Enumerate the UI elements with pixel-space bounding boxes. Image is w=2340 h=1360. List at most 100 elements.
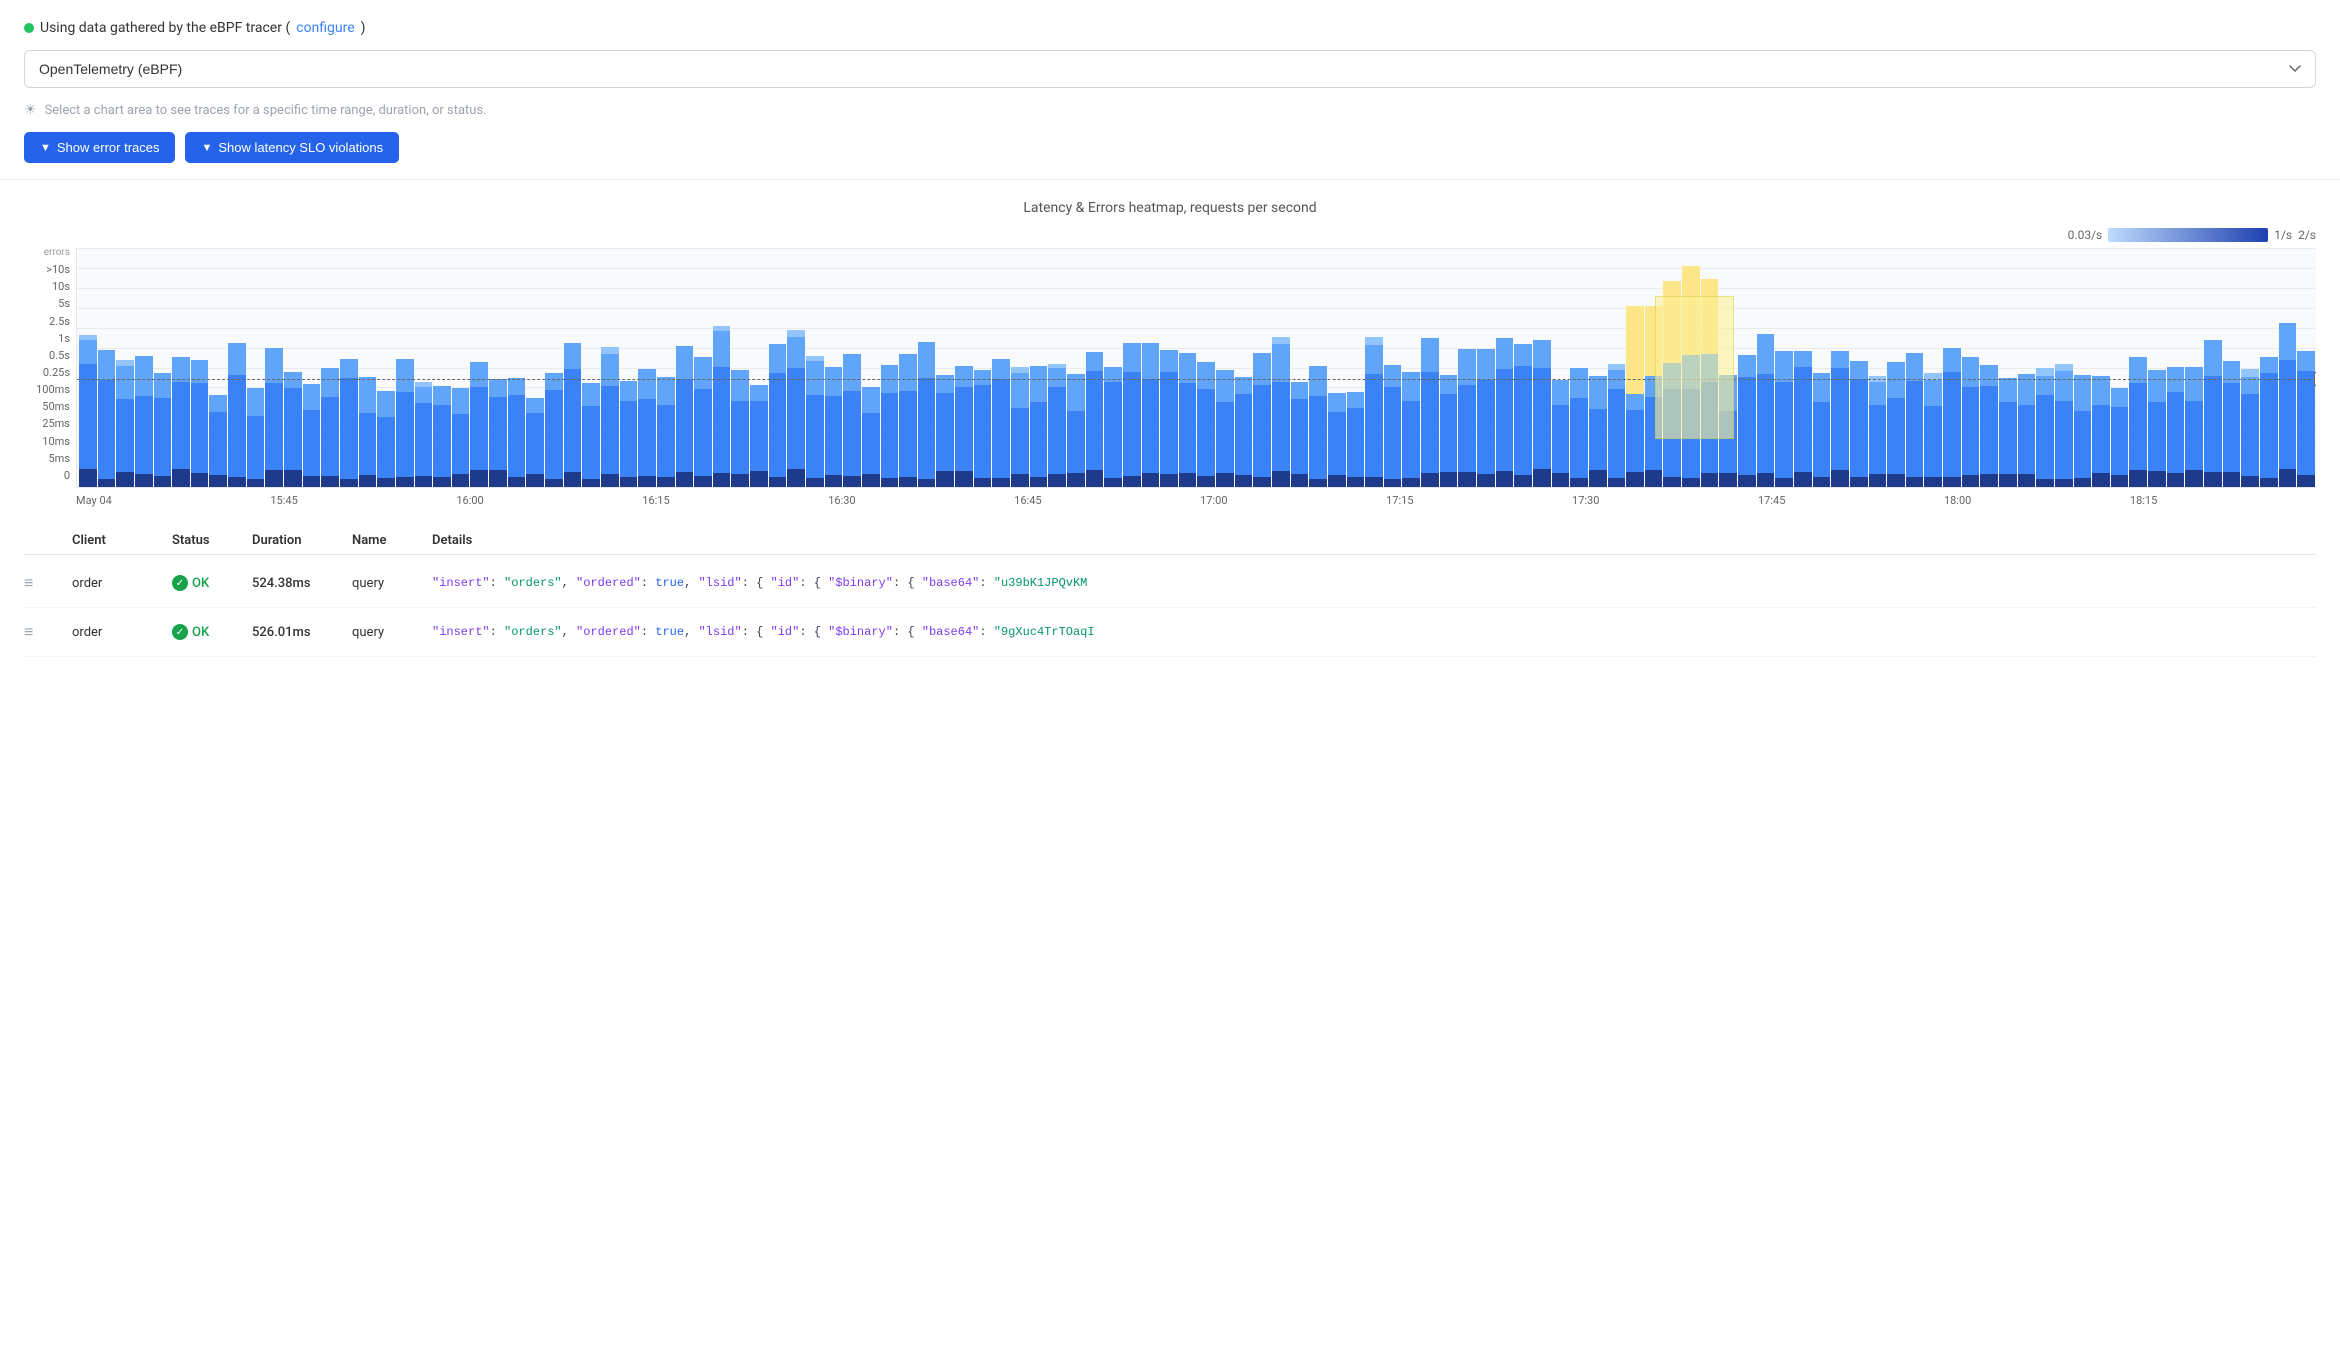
bar-col[interactable]	[545, 248, 563, 487]
bar-col[interactable]	[396, 248, 414, 487]
bar-col[interactable]	[2204, 248, 2222, 487]
bar-col[interactable]	[1570, 248, 1588, 487]
bar-col[interactable]	[1496, 248, 1514, 487]
bar-col[interactable]	[1104, 248, 1122, 487]
bar-col[interactable]	[1011, 248, 1029, 487]
bar-col[interactable]	[1719, 248, 1737, 487]
bar-col[interactable]	[713, 248, 731, 487]
bar-col[interactable]	[1402, 248, 1420, 487]
bar-col[interactable]	[1813, 248, 1831, 487]
bar-col[interactable]	[620, 248, 638, 487]
bar-col[interactable]	[2092, 248, 2110, 487]
bar-col[interactable]	[1086, 248, 1104, 487]
bar-col[interactable]	[2223, 248, 2241, 487]
bar-col[interactable]	[1552, 248, 1570, 487]
bar-col[interactable]	[1645, 248, 1663, 487]
bar-col[interactable]	[2111, 248, 2129, 487]
bar-col[interactable]	[1943, 248, 1961, 487]
bar-col[interactable]	[489, 248, 507, 487]
bar-col[interactable]	[508, 248, 526, 487]
bar-col[interactable]	[843, 248, 861, 487]
bar-col[interactable]	[1980, 248, 1998, 487]
bar-col[interactable]	[135, 248, 153, 487]
bar-col[interactable]	[2055, 248, 2073, 487]
bar-col[interactable]	[974, 248, 992, 487]
bar-col[interactable]	[955, 248, 973, 487]
bar-col[interactable]	[1589, 248, 1607, 487]
chart-area[interactable]: ◇ May 04 15:45 16:00 16:15 16:30 16:45 1…	[76, 248, 2316, 507]
bar-col[interactable]	[228, 248, 246, 487]
table-row[interactable]: ≡ order ✓ OK 524.38ms query "insert": "o…	[24, 559, 2316, 608]
bar-col[interactable]	[1030, 248, 1048, 487]
bar-col[interactable]	[582, 248, 600, 487]
bar-col[interactable]	[415, 248, 433, 487]
bar-col[interactable]	[1048, 248, 1066, 487]
bar-col[interactable]	[1458, 248, 1476, 487]
bar-col[interactable]	[2297, 248, 2315, 487]
row-expand-icon-2[interactable]: ≡	[24, 622, 72, 642]
bar-col[interactable]	[825, 248, 843, 487]
bar-col[interactable]	[1160, 248, 1178, 487]
bar-col[interactable]	[209, 248, 227, 487]
bar-col[interactable]	[359, 248, 377, 487]
bar-col[interactable]	[1999, 248, 2017, 487]
bar-col[interactable]	[1309, 248, 1327, 487]
bar-col[interactable]	[2260, 248, 2278, 487]
bar-col[interactable]	[1235, 248, 1253, 487]
bar-col[interactable]	[1514, 248, 1532, 487]
bar-col[interactable]	[1477, 248, 1495, 487]
bar-col[interactable]	[2148, 248, 2166, 487]
bar-col[interactable]	[265, 248, 283, 487]
bar-col[interactable]	[1347, 248, 1365, 487]
bar-col[interactable]	[116, 248, 134, 487]
bar-col[interactable]	[750, 248, 768, 487]
bar-col[interactable]	[769, 248, 787, 487]
bar-col[interactable]	[731, 248, 749, 487]
bar-col[interactable]	[1533, 248, 1551, 487]
bar-col[interactable]	[526, 248, 544, 487]
bar-col[interactable]	[1328, 248, 1346, 487]
bar-col[interactable]	[657, 248, 675, 487]
bar-col[interactable]	[2167, 248, 2185, 487]
bar-col[interactable]	[1757, 248, 1775, 487]
bar-col[interactable]	[1850, 248, 1868, 487]
bar-col[interactable]	[1775, 248, 1793, 487]
bar-col[interactable]	[992, 248, 1010, 487]
bar-col[interactable]	[377, 248, 395, 487]
bar-col[interactable]	[1253, 248, 1271, 487]
bar-col[interactable]	[191, 248, 209, 487]
bar-col[interactable]	[638, 248, 656, 487]
bar-col[interactable]	[1738, 248, 1756, 487]
bar-col[interactable]	[303, 248, 321, 487]
bar-col[interactable]	[98, 248, 116, 487]
configure-link[interactable]: configure	[296, 20, 354, 36]
bar-col[interactable]	[601, 248, 619, 487]
bar-col[interactable]	[899, 248, 917, 487]
bar-col[interactable]	[1663, 248, 1681, 487]
heatmap-canvas[interactable]: ◇	[76, 248, 2316, 488]
bar-col[interactable]	[2279, 248, 2297, 487]
bar-col[interactable]	[1682, 248, 1700, 487]
bar-col[interactable]	[470, 248, 488, 487]
tracer-dropdown[interactable]: OpenTelemetry (eBPF) OpenTelemetry eBPF	[24, 50, 2316, 88]
bar-col[interactable]	[2036, 248, 2054, 487]
bar-col[interactable]	[1384, 248, 1402, 487]
bar-col[interactable]	[1142, 248, 1160, 487]
bar-col[interactable]	[1197, 248, 1215, 487]
bar-col[interactable]	[1626, 248, 1644, 487]
bar-col[interactable]	[1924, 248, 1942, 487]
bar-col[interactable]	[2018, 248, 2036, 487]
bar-col[interactable]	[1123, 248, 1141, 487]
slo-handle[interactable]: ◇	[2314, 372, 2316, 386]
bar-col[interactable]	[284, 248, 302, 487]
bar-col[interactable]	[340, 248, 358, 487]
row-expand-icon-1[interactable]: ≡	[24, 573, 72, 593]
bar-col[interactable]	[1608, 248, 1626, 487]
bar-col[interactable]	[1365, 248, 1383, 487]
bar-col[interactable]	[1272, 248, 1290, 487]
bar-col[interactable]	[1701, 248, 1719, 487]
bar-col[interactable]	[1794, 248, 1812, 487]
bar-col[interactable]	[1831, 248, 1849, 487]
bar-col[interactable]	[172, 248, 190, 487]
bar-col[interactable]	[694, 248, 712, 487]
